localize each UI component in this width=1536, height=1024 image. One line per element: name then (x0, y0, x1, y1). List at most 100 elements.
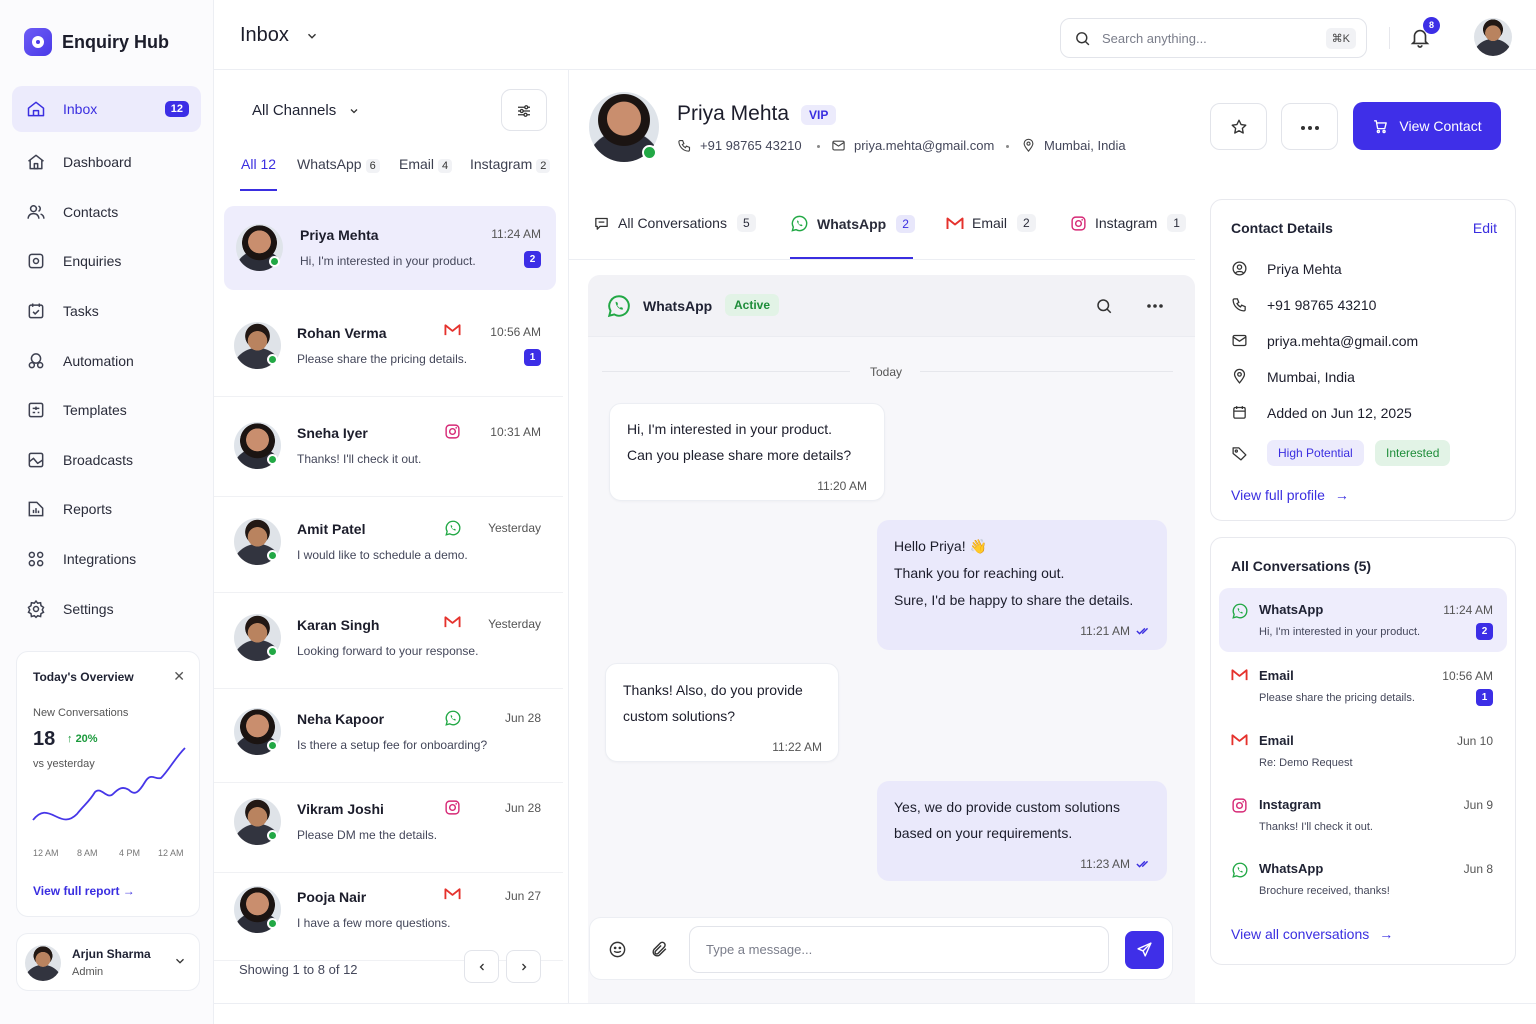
emoji-icon[interactable] (608, 940, 627, 959)
conversation-time: 10:56 AM (490, 325, 541, 339)
conversation-item[interactable]: Rohan Verma 10:56 AM Please share the pric… (224, 304, 556, 388)
channel-indicator (444, 615, 461, 628)
conversation-time: Jun 27 (504, 889, 541, 903)
overview-tick: 4 PM (119, 848, 141, 858)
conversation-item[interactable]: Amit Patel Yesterday I would like to sched… (224, 500, 556, 584)
page-title[interactable]: Inbox (240, 24, 319, 47)
tab-whatsapp[interactable]: WhatsApp 6 (297, 156, 380, 173)
sidebar-item-reports[interactable]: Reports (12, 486, 201, 532)
conversation-item[interactable]: Vikram Joshi Jun 28 Please DM me the detai… (224, 780, 556, 864)
tab-email[interactable]: Email 2 (946, 214, 1036, 232)
message-text: Can you please share more details? (627, 447, 852, 463)
conversation-item[interactable]: WhatsApp Jun 8 Brochure received, thanks! (1219, 847, 1507, 911)
filter-button[interactable] (501, 89, 547, 131)
active-tab-indicator (240, 189, 277, 191)
tab-email[interactable]: Email 4 (399, 156, 453, 173)
user-profile-card[interactable]: Arjun Sharma Admin (16, 933, 200, 991)
message-time: 11:23 AM (1080, 857, 1130, 871)
card-title: Contact Details (1231, 220, 1333, 236)
contact-email[interactable]: priya.mehta@gmail.com (831, 138, 994, 153)
tab-label: All (241, 156, 257, 172)
tab-whatsapp[interactable]: WhatsApp 2 (790, 214, 915, 233)
detail-email[interactable]: priya.mehta@gmail.com (1231, 332, 1418, 349)
notifications-button[interactable]: 8 (1409, 17, 1440, 48)
contact-details-card: Contact Details Edit Priya Mehta +91 987… (1210, 199, 1516, 521)
search-input[interactable]: Search anything... ⌘K (1060, 18, 1367, 58)
online-indicator (267, 454, 278, 465)
broadcast-icon (28, 452, 44, 468)
message-input[interactable] (689, 926, 1109, 973)
search-icon[interactable] (1095, 297, 1113, 315)
contact-name: Priya Mehta (300, 227, 379, 243)
conversation-item[interactable]: Pooja Nair Jun 27 I have a few more questi… (224, 868, 556, 952)
prev-page-button[interactable] (464, 950, 499, 983)
tab-all[interactable]: All 12 (241, 156, 276, 172)
conversation-preview: Please DM me the details. (297, 828, 438, 842)
instagram-icon (445, 424, 460, 439)
sidebar-item-templates[interactable]: Templates (12, 387, 201, 433)
view-contact-button[interactable]: View Contact (1353, 102, 1501, 150)
message-text: Thank you for reaching out. (894, 565, 1065, 581)
tab-label: WhatsApp (817, 215, 887, 232)
mail-icon (832, 140, 845, 151)
sidebar-item-integrations[interactable]: Integrations (12, 536, 201, 582)
sidebar-item-tasks[interactable]: Tasks (12, 288, 201, 334)
view-all-conversations-label: View all conversations (1231, 926, 1370, 942)
more-options-button[interactable] (1281, 103, 1338, 150)
tab-instagram[interactable]: Instagram 1 (1070, 214, 1186, 232)
sidebar-item-contacts[interactable]: Contacts (12, 189, 201, 235)
message-incoming: Thanks! Also, do you provide custom solu… (605, 663, 839, 762)
conversation-item[interactable]: Instagram Jun 9 Thanks! I'll check it out. (1219, 783, 1507, 847)
send-button[interactable] (1125, 931, 1164, 969)
edit-button[interactable]: Edit (1473, 220, 1497, 236)
sidebar-item-settings[interactable]: Settings (12, 586, 201, 632)
avatar[interactable] (1474, 18, 1512, 56)
message-outgoing: Hello Priya! 👋 Thank you for reaching ou… (877, 520, 1167, 650)
conversation-item[interactable]: Neha Kapoor Jun 28 Is there a setup fee fo… (224, 690, 556, 774)
view-all-conversations-link[interactable]: View all conversations → (1231, 926, 1393, 942)
channel-indicator (444, 423, 461, 440)
view-full-profile-link[interactable]: View full profile → (1231, 487, 1349, 503)
integrations-icon (28, 551, 44, 567)
overview-sparkline (32, 747, 186, 821)
sidebar-item-automation[interactable]: Automation (12, 338, 201, 384)
message-text: Yes, we do provide custom solutions (894, 799, 1120, 815)
chevron-down-icon (350, 109, 358, 114)
sidebar-item-broadcasts[interactable]: Broadcasts (12, 437, 201, 483)
next-page-button[interactable] (506, 950, 541, 983)
conversation-item[interactable]: WhatsApp 11:24 AM Hi, I'm interested in yo… (1219, 588, 1507, 652)
channel-filter-select[interactable]: All Channels (252, 102, 360, 119)
conversation-item[interactable]: Sneha Iyer 10:31 AM Thanks! I'll check it … (224, 404, 556, 488)
card-title: All Conversations (5) (1231, 558, 1372, 574)
message-text: custom solutions? (623, 708, 736, 724)
enquiry-icon (28, 253, 44, 269)
view-full-report-link[interactable]: View full report → (33, 884, 135, 898)
conversation-time: Yesterday (488, 521, 541, 535)
more-horizontal-icon (1301, 126, 1319, 130)
search-shortcut: ⌘K (1325, 28, 1356, 49)
vip-badge: VIP (801, 105, 837, 125)
close-icon[interactable]: ✕ (173, 668, 185, 685)
tag-high-potential[interactable]: High Potential (1267, 440, 1364, 466)
tag-interested[interactable]: Interested (1375, 440, 1451, 466)
whatsapp-icon (607, 295, 630, 318)
attachment-icon[interactable] (650, 940, 669, 959)
tab-instagram[interactable]: Instagram 2 (470, 156, 551, 173)
divider (602, 371, 850, 372)
sidebar-item-dashboard[interactable]: Dashboard (12, 139, 201, 185)
conversation-channel: WhatsApp (1259, 602, 1324, 617)
conversation-item[interactable]: Priya Mehta 11:24 AM Hi, I'm interested in… (224, 206, 556, 290)
sidebar-item-label: Dashboard (63, 154, 132, 170)
tab-all-conversations[interactable]: All Conversations 5 (593, 214, 756, 232)
conversation-item[interactable]: Email 10:56 AM Please share the pricing de… (1219, 654, 1507, 718)
channel-filter-label: All Channels (252, 102, 337, 119)
instagram-icon (1071, 215, 1086, 231)
conversation-item[interactable]: Email Jun 10 Re: Demo Request (1219, 719, 1507, 783)
instagram-icon (445, 800, 460, 815)
brand[interactable]: Enquiry Hub (24, 28, 169, 56)
sidebar-item-enquiries[interactable]: Enquiries (12, 238, 201, 284)
favorite-button[interactable] (1210, 103, 1267, 150)
more-horizontal-icon[interactable] (1146, 303, 1164, 309)
sidebar-item-inbox[interactable]: Inbox 12 (12, 86, 201, 132)
conversation-item[interactable]: Karan Singh Yesterday Looking forward to y… (224, 596, 556, 680)
